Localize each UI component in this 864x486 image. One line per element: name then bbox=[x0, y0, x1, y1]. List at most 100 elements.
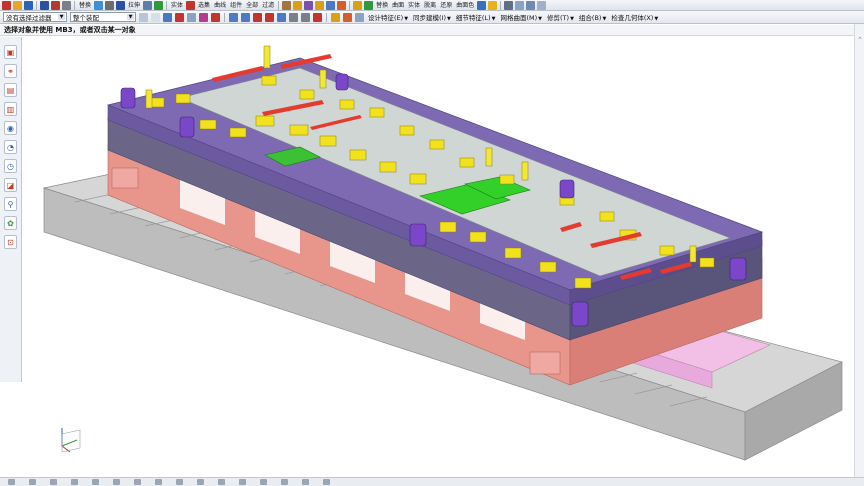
all-label[interactable]: 全部 bbox=[245, 1, 259, 10]
shell-icon[interactable] bbox=[105, 0, 115, 10]
lock-icon[interactable] bbox=[293, 0, 303, 10]
system-scene-icon[interactable]: ✿ bbox=[4, 216, 17, 230]
menu-examine-geometry[interactable]: 检查几何体(X)▼ bbox=[610, 12, 659, 22]
type-filter-icon[interactable] bbox=[151, 12, 160, 22]
grid-icon[interactable] bbox=[537, 0, 547, 10]
reuse-library-icon[interactable]: ▥ bbox=[4, 102, 17, 116]
menu-synchronous-modeling[interactable]: 同步建模(I)▼ bbox=[412, 12, 452, 22]
surface-label[interactable]: 曲面 bbox=[391, 1, 405, 10]
history-icon[interactable]: ◔ bbox=[4, 140, 17, 154]
process-studio-icon[interactable]: ◪ bbox=[4, 178, 17, 192]
web-browser-icon[interactable]: ◉ bbox=[4, 121, 17, 135]
endpoint-snap-icon[interactable] bbox=[229, 12, 238, 22]
section-icon[interactable] bbox=[134, 479, 141, 485]
quadrant-icon[interactable] bbox=[301, 12, 310, 22]
snap-icon[interactable] bbox=[62, 0, 71, 10]
camera-icon[interactable] bbox=[260, 479, 267, 485]
paint-icon[interactable] bbox=[304, 0, 314, 10]
chevron-down-icon[interactable]: ▼ bbox=[58, 14, 65, 20]
menu-mesh-surface[interactable]: 网格曲面(M)▼ bbox=[499, 12, 543, 22]
face-icon[interactable] bbox=[364, 0, 374, 10]
color-icon[interactable] bbox=[186, 0, 196, 10]
snap-point-icon[interactable] bbox=[211, 12, 220, 22]
select-all-icon[interactable] bbox=[139, 12, 148, 22]
scope-dropdown[interactable]: 整个装配 ▼ bbox=[70, 12, 136, 22]
analysis-icon[interactable] bbox=[218, 479, 225, 485]
assembly-navigator-icon[interactable]: ▣ bbox=[4, 45, 17, 59]
filter-label[interactable]: 过滤 bbox=[261, 1, 275, 10]
fit-view-icon[interactable] bbox=[8, 479, 15, 485]
lasso-icon[interactable] bbox=[199, 12, 208, 22]
layout-icon[interactable] bbox=[526, 0, 536, 10]
layer-icon[interactable] bbox=[282, 0, 292, 10]
new-file-icon[interactable] bbox=[2, 0, 11, 10]
selection-filter-dropdown[interactable]: 没有选择过滤器 ▼ bbox=[3, 12, 67, 22]
menu-detail-feature[interactable]: 细节特征(L)▼ bbox=[455, 12, 497, 22]
manufacturing-wizard-icon[interactable]: ⊡ bbox=[4, 235, 17, 249]
menu-combine[interactable]: 组合(B)▼ bbox=[578, 12, 607, 22]
sketch-icon[interactable] bbox=[40, 0, 49, 10]
open-file-icon[interactable] bbox=[13, 0, 22, 10]
point-icon[interactable] bbox=[355, 12, 364, 22]
chevron-up-icon[interactable]: ⌃ bbox=[857, 36, 863, 44]
cube-icon[interactable] bbox=[477, 0, 487, 10]
selection-label[interactable]: 选集 bbox=[197, 1, 211, 10]
stretch-label[interactable]: 拉伸 bbox=[127, 1, 141, 10]
wcs-icon[interactable] bbox=[331, 12, 340, 22]
extrude-icon[interactable] bbox=[51, 0, 60, 10]
solid-body-label[interactable]: 实体 bbox=[407, 1, 421, 10]
wireframe-icon[interactable] bbox=[113, 479, 120, 485]
replace-face-label[interactable]: 替换 bbox=[375, 1, 389, 10]
center-icon[interactable] bbox=[277, 12, 286, 22]
curve-label[interactable]: 曲线 bbox=[213, 1, 227, 10]
detach-label[interactable]: 脱离 bbox=[423, 1, 437, 10]
filter-icon[interactable] bbox=[315, 0, 325, 10]
measure-icon[interactable] bbox=[197, 479, 204, 485]
rotate-icon[interactable] bbox=[50, 479, 57, 485]
menu-design-feature[interactable]: 设计特征(E)▼ bbox=[367, 12, 409, 22]
background-icon[interactable] bbox=[302, 479, 309, 485]
chevron-down-icon[interactable]: ▼ bbox=[127, 14, 134, 20]
save-icon[interactable] bbox=[24, 0, 33, 10]
mirror-icon[interactable] bbox=[154, 0, 164, 10]
datum-icon[interactable] bbox=[343, 12, 352, 22]
arc-icon[interactable] bbox=[265, 12, 274, 22]
point-on-curve-icon[interactable] bbox=[313, 12, 322, 22]
redo-icon[interactable] bbox=[175, 12, 184, 22]
highlight-icon[interactable] bbox=[353, 0, 363, 10]
select-rect-icon[interactable] bbox=[187, 12, 196, 22]
pattern-icon[interactable] bbox=[116, 0, 126, 10]
shading-icon[interactable] bbox=[337, 0, 347, 10]
menu-trim[interactable]: 修剪(T)▼ bbox=[546, 12, 575, 22]
part-navigator-icon[interactable]: ▤ bbox=[4, 83, 17, 97]
surface-color-label[interactable]: 曲面色 bbox=[455, 1, 475, 10]
view-icon[interactable] bbox=[326, 0, 336, 10]
light-icon[interactable] bbox=[281, 479, 288, 485]
solid-label[interactable]: 实体 bbox=[170, 1, 184, 10]
constraint-navigator-icon[interactable]: ⚭ bbox=[4, 64, 17, 78]
pan-icon[interactable] bbox=[71, 479, 78, 485]
graphics-window[interactable] bbox=[23, 37, 854, 477]
replace-label[interactable]: 替换 bbox=[78, 1, 92, 10]
clip-icon[interactable] bbox=[323, 479, 330, 485]
roles-icon[interactable]: ⚲ bbox=[4, 197, 17, 211]
intersect-icon[interactable] bbox=[289, 12, 298, 22]
render-icon[interactable] bbox=[239, 479, 246, 485]
system-materials-icon[interactable]: ◷ bbox=[4, 159, 17, 173]
right-scroll-strip[interactable]: ⌃ bbox=[854, 24, 864, 486]
warning-icon[interactable] bbox=[488, 0, 498, 10]
blend-icon[interactable] bbox=[94, 0, 104, 10]
drill-icon[interactable] bbox=[143, 0, 153, 10]
zoom-icon[interactable] bbox=[29, 479, 36, 485]
shaded-icon[interactable] bbox=[92, 479, 99, 485]
display-icon[interactable] bbox=[504, 0, 514, 10]
orient-icon[interactable] bbox=[155, 479, 162, 485]
undo-icon[interactable] bbox=[163, 12, 172, 22]
midpoint-snap-icon[interactable] bbox=[241, 12, 250, 22]
layer-settings-icon[interactable] bbox=[176, 479, 183, 485]
window-icon[interactable] bbox=[515, 0, 525, 10]
component-label[interactable]: 组件 bbox=[229, 1, 243, 10]
restore-label[interactable]: 还原 bbox=[439, 1, 453, 10]
model-view[interactable] bbox=[23, 37, 854, 477]
line-icon[interactable] bbox=[253, 12, 262, 22]
